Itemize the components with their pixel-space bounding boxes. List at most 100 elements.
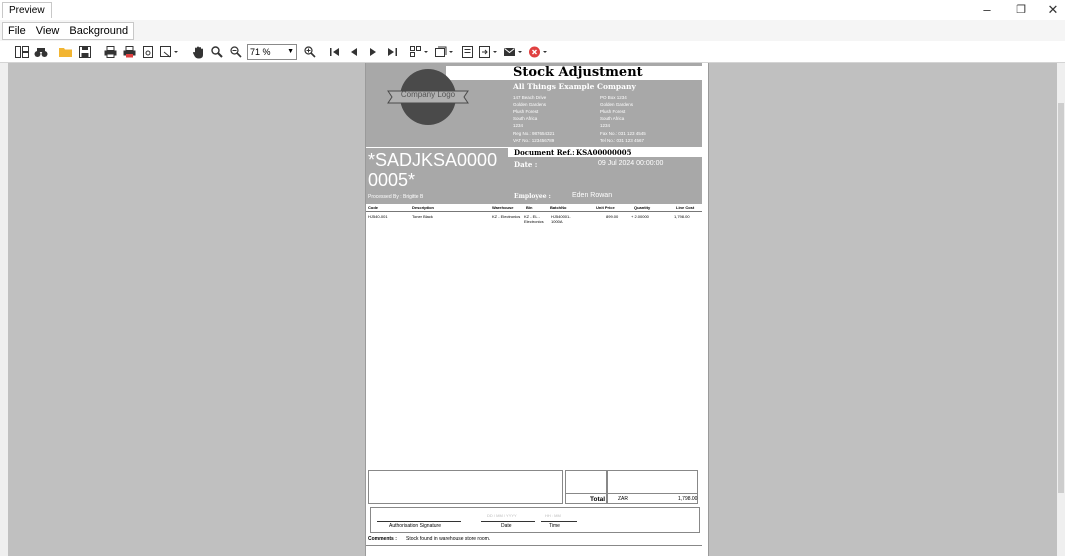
signature-line [377,521,461,522]
fax-label: Fax No.: [600,131,618,136]
window-title: Preview [2,2,52,18]
preview-area[interactable]: Stock Adjustment All Things Example Comp… [8,63,1057,556]
address-right-line: PO Box 1234 [600,95,627,100]
multiple-pages-icon[interactable] [409,44,431,60]
print-icon[interactable] [102,44,118,60]
col-bin: Bin [526,205,533,210]
cell-warehouse: KZ - Electronics [492,214,521,219]
address-left-line: Plush Forest [513,109,539,114]
col-line-cost: Line Cost [676,205,695,210]
logo-text: Company Logo [400,90,456,99]
cell-code: HJ540-001 [368,214,388,219]
comments-value: Stock found in warehouse store room. [406,536,491,542]
last-page-icon[interactable] [384,44,400,60]
zoom-in-icon[interactable] [302,44,318,60]
vat-label: VAT No.: [513,138,531,143]
page-setup-icon[interactable] [140,44,156,60]
first-page-icon[interactable] [327,44,343,60]
close-window-button[interactable]: ✕ [1036,0,1065,20]
close-preview-icon[interactable] [528,44,550,60]
doc-ref-value: KSA00000005 [576,148,632,157]
previous-page-icon[interactable] [346,44,362,60]
time-placeholder: HH : MM [545,513,561,518]
thumbnails-icon[interactable] [14,44,30,60]
cell-quantity: + 2.00000 [631,214,649,219]
tel-value: 031 123 4567 [616,138,645,143]
menu-view[interactable]: View [31,23,65,39]
zoom-select[interactable]: 71 % ▼ [247,44,297,60]
vat-number: VAT No.: 123456789 [513,137,554,144]
date-placeholder: DD / MM / YYYY [487,513,517,518]
company-logo: Company Logo [384,68,472,126]
menu-file[interactable]: File [3,23,31,39]
cell-bin: KZ - EL - Electronics [524,214,544,224]
magnifier-icon[interactable] [209,44,225,60]
col-description: Description [412,205,435,210]
menu-background[interactable]: Background [64,23,133,39]
address-right-line: 1234 [600,123,611,128]
address-left-line: 1234 [513,123,524,128]
left-scroll-edge [0,63,8,556]
address-left-line: Golden Gardens [513,102,547,107]
scale-icon[interactable] [159,44,181,60]
date-value: 09 Jul 2024 00:00:00 [598,160,664,167]
total-label: Total [590,496,606,503]
menu-group: File View Background [2,22,135,40]
col-unit-price: Unit Price [596,205,615,210]
quick-print-icon[interactable] [121,44,137,60]
zoom-out-icon[interactable] [228,44,244,60]
company-name: All Things Example Company [513,82,636,91]
address-left-line: South Africa [513,116,538,121]
notes-box [368,470,563,504]
doc-ref-label: Document Ref.: [514,148,575,157]
fax-number: Fax No.: 031 123 4545 [600,130,646,137]
time-line [541,521,577,522]
title-bar: Preview – ❐ ✕ [0,0,1065,20]
vertical-scrollbar[interactable] [1057,63,1065,556]
date-label: Date : [514,160,538,169]
send-email-icon[interactable] [503,44,525,60]
restore-button[interactable]: ❐ [1004,0,1038,20]
total-currency: ZAR [618,496,628,502]
address-right: PO Box 1234 Golden Gardens Plush Forest … [600,94,633,129]
menu-bar: File View Background [0,20,1065,41]
col-warehouse: Warehouse [492,205,514,210]
export-to-icon[interactable] [478,44,500,60]
reg-number: Reg No.: 987654321 [513,130,555,137]
cell-line-cost: 1,798.00 [674,214,690,219]
signature-box: Authorisation Signature DD / MM / YYYY D… [370,507,700,533]
cell-unit-price: 899.00 [606,214,619,219]
date-col-label: Date [501,523,512,529]
address-right-line: Golden Gardens [600,102,634,107]
background-icon[interactable] [434,44,456,60]
total-divider [565,493,698,494]
hand-tool-icon[interactable] [190,44,206,60]
address-left: 147 Beach Drive Golden Gardens Plush For… [513,94,546,129]
report-title: Stock Adjustment [513,65,643,80]
save-icon[interactable] [77,44,93,60]
chevron-down-icon: ▼ [287,48,294,55]
employee-label: Employee : [514,193,551,200]
minimize-button[interactable]: – [970,0,1004,20]
cell-batch: HJ540001-1000A [551,214,571,224]
time-col-label: Time [549,523,560,529]
table-header: Code Description Warehouse Bin BatchNo U… [366,204,702,212]
reg-value: 987654321 [532,131,555,136]
scrollbar-thumb[interactable] [1058,103,1064,493]
address-left-line: 147 Beach Drive [513,95,547,100]
next-page-icon[interactable] [365,44,381,60]
col-batch: BatchNo [550,205,567,210]
reg-label: Reg No.: [513,131,531,136]
open-icon[interactable] [58,44,74,60]
barcode-text: *SADJKSA0000 0005* [368,150,498,190]
address-right-line: South Africa [600,116,625,121]
date-line [481,521,535,522]
comments-label: Comments : [368,536,397,542]
find-icon[interactable] [33,44,49,60]
tel-number: Tel No.: 031 123 4567 [600,137,644,144]
export-icon[interactable] [459,44,475,60]
fax-value: 031 123 4545 [618,131,646,136]
tel-label: Tel No.: [600,138,616,143]
col-quantity: Quantity [634,205,651,210]
bottom-rule [366,545,702,546]
